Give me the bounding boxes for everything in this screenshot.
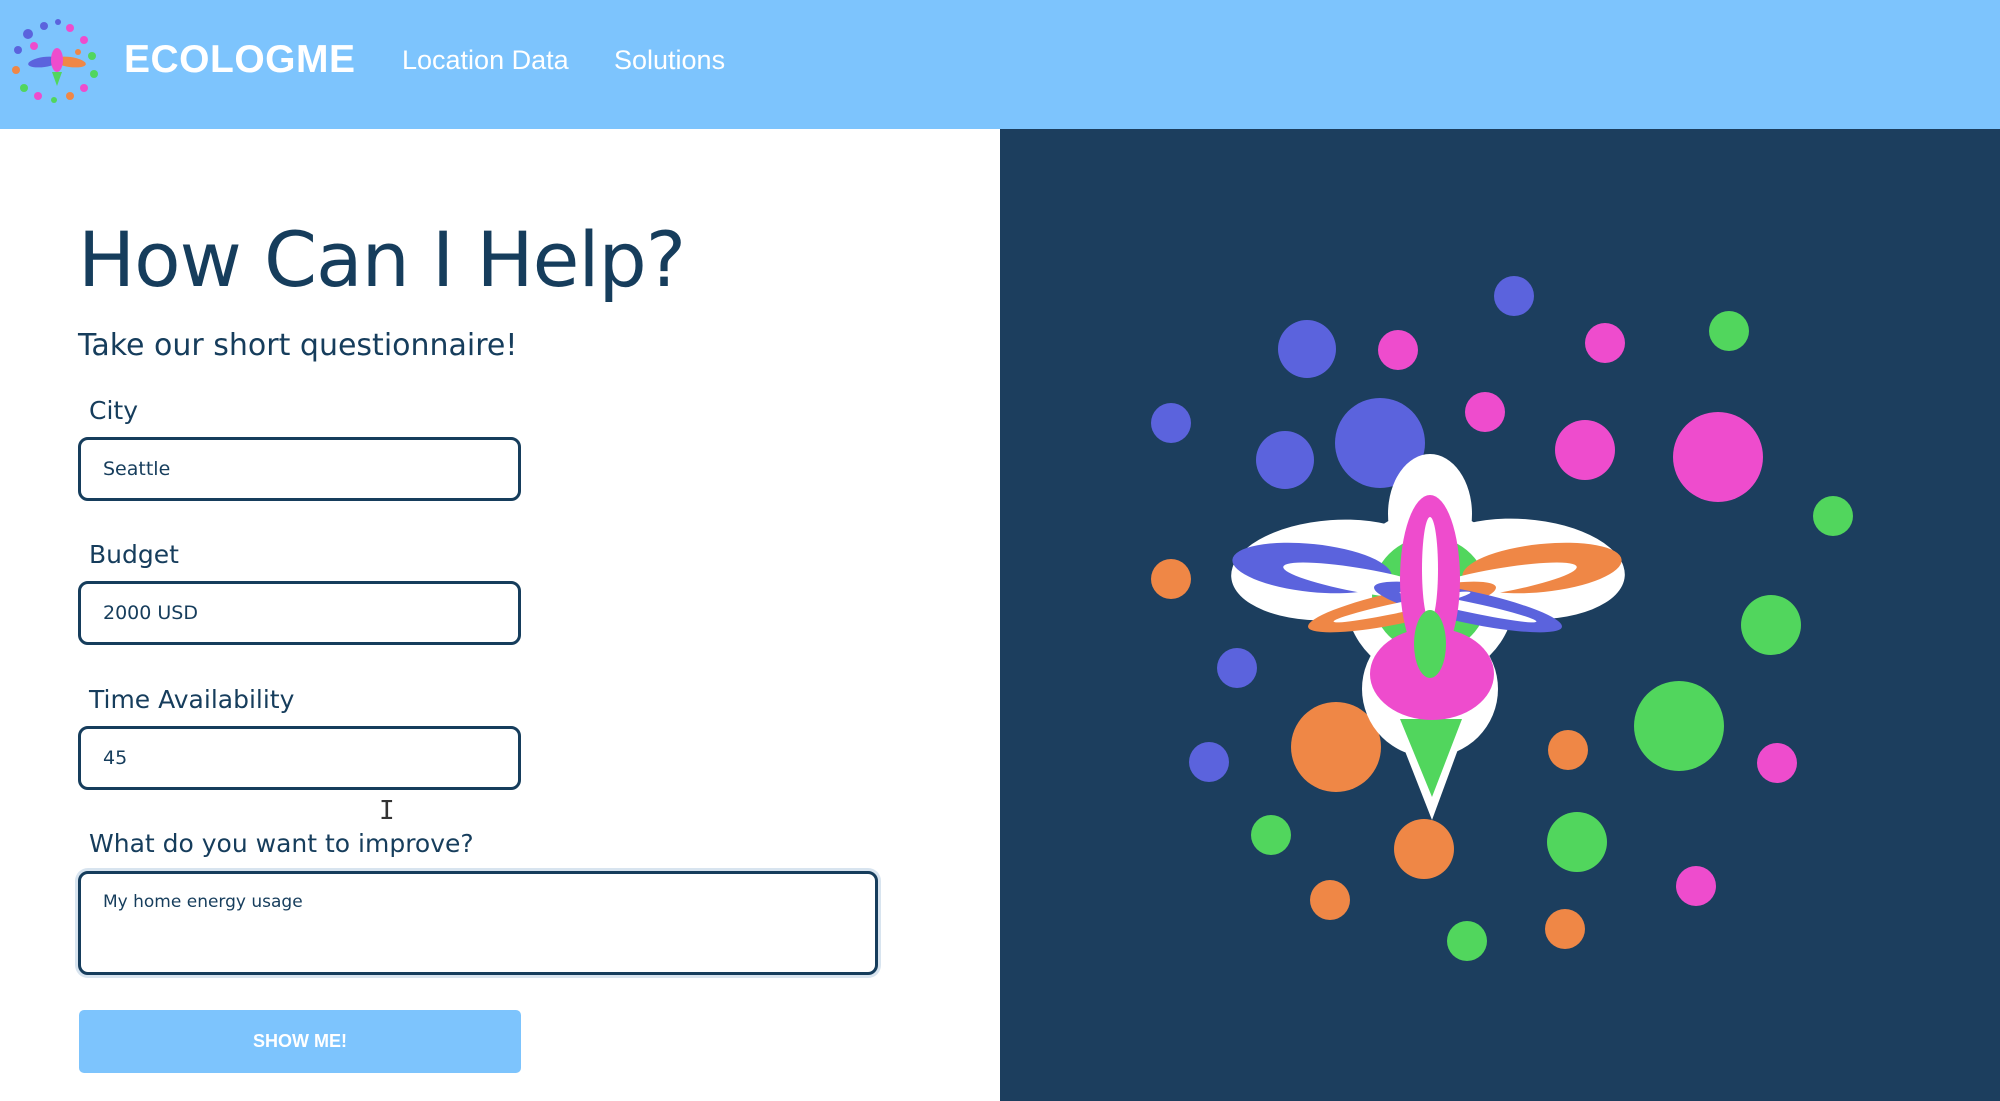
top-navbar: ECOLOGME Location Data Solutions: [0, 0, 2000, 129]
text-cursor-icon: I: [379, 796, 395, 826]
city-input[interactable]: [78, 437, 521, 501]
page-title: How Can I Help?: [78, 215, 686, 304]
nav-location-data-link[interactable]: Location Data: [402, 45, 569, 76]
show-me-button[interactable]: SHOW ME!: [79, 1010, 521, 1073]
brand-name[interactable]: ECOLOGME: [124, 38, 356, 82]
nav-solutions-link[interactable]: Solutions: [614, 45, 725, 76]
city-label: City: [89, 396, 138, 425]
improve-label: What do you want to improve?: [89, 829, 474, 858]
time-availability-input[interactable]: [78, 726, 521, 790]
time-availability-label: Time Availability: [89, 685, 295, 714]
page-subtitle: Take our short questionnaire!: [78, 328, 518, 363]
improve-textarea[interactable]: My home energy usage: [78, 871, 878, 975]
ecology-flower-illustration: [1151, 276, 1853, 961]
budget-label: Budget: [89, 540, 179, 569]
hero-illustration-panel: [1000, 129, 2000, 1101]
budget-input[interactable]: [78, 581, 521, 645]
ecologme-logo-icon[interactable]: [8, 16, 104, 108]
